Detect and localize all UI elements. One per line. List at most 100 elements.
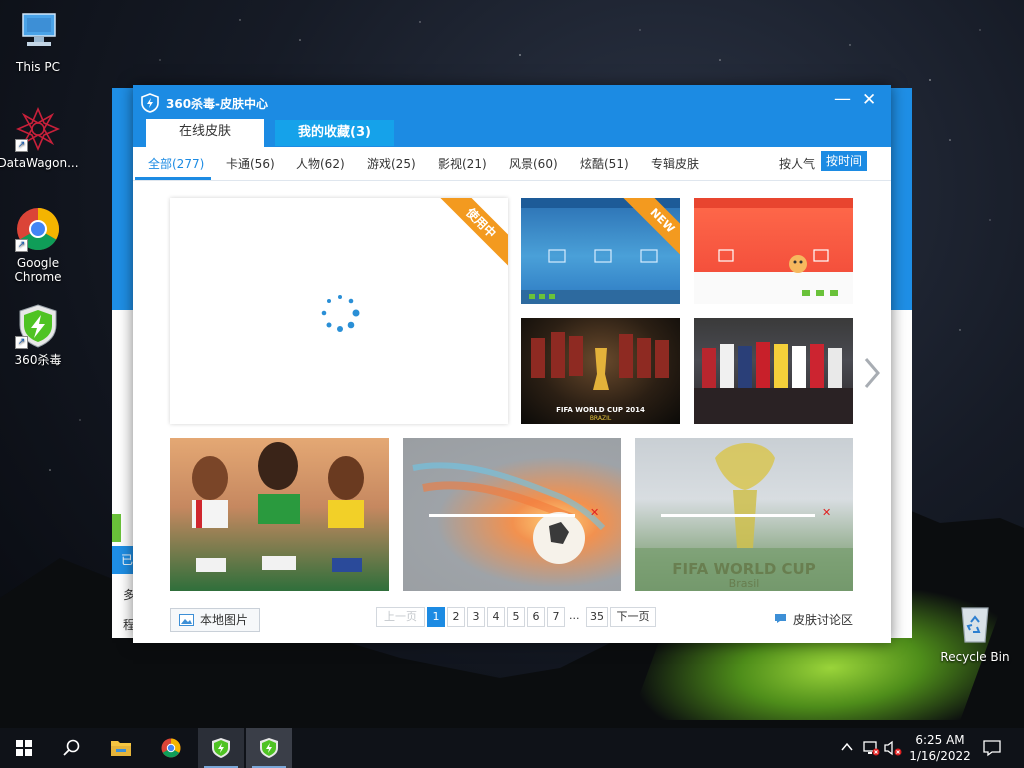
- action-center-button[interactable]: [983, 739, 1001, 760]
- next-page-button[interactable]: 下一页: [610, 607, 656, 627]
- close-button[interactable]: ✕: [862, 90, 876, 110]
- skin-preview-image: [192, 442, 364, 572]
- page-button-3[interactable]: 3: [467, 607, 485, 627]
- category-bar: 全部(277) 卡通(56) 人物(62) 游戏(25) 影视(21) 风景(6…: [133, 147, 891, 181]
- background-green-bar: [112, 514, 121, 542]
- system-clock[interactable]: 6:25 AM 1/16/2022: [905, 732, 975, 764]
- recycle-bin-icon: [952, 600, 998, 646]
- windows-logo-icon: [16, 740, 32, 756]
- datawagon-icon: ↗: [15, 106, 61, 152]
- title-bar[interactable]: 360杀毒-皮肤中心 — ✕ 在线皮肤 我的收藏(3): [133, 85, 891, 147]
- bottom-bar: 本地图片 上一页 1 2 3 4 5 6 7 ... 35 下一页 皮肤讨论区: [133, 605, 891, 635]
- category-film[interactable]: 影视(21): [438, 155, 487, 172]
- shortcut-arrow-icon: ↗: [15, 336, 28, 349]
- page-button-2[interactable]: 2: [447, 607, 465, 627]
- desktop-icon-label: DataWagon...: [0, 156, 79, 170]
- window-title: 360杀毒-皮肤中心: [166, 97, 269, 111]
- search-icon: [63, 739, 80, 756]
- local-image-button[interactable]: 本地图片: [170, 608, 260, 632]
- desktop-icon-label: 360杀毒: [14, 353, 62, 367]
- in-use-ribbon: 使用中: [434, 198, 508, 270]
- category-album[interactable]: 专辑皮肤: [651, 155, 699, 172]
- computer-icon: [15, 10, 61, 56]
- desktop-icon-label: Recycle Bin: [940, 650, 1010, 664]
- chevron-up-icon: [841, 742, 853, 751]
- chrome-icon: ↗: [15, 206, 61, 252]
- chrome-icon: [161, 738, 181, 758]
- skin-tile-fire-football[interactable]: ✕: [403, 438, 621, 591]
- worldcup-caption: FIFA WORLD CUP 2014: [556, 406, 645, 414]
- prev-page-button[interactable]: 上一页: [376, 607, 425, 627]
- cancel-load-icon[interactable]: ✕: [590, 506, 599, 519]
- shortcut-arrow-icon: ↗: [15, 139, 28, 152]
- desktop-icon-label: This PC: [16, 60, 60, 74]
- desktop-icon-label: Google Chrome: [14, 256, 62, 284]
- chevron-right-icon[interactable]: [862, 353, 882, 393]
- skin-preview-image: [694, 342, 853, 424]
- active-category-underline: [135, 177, 211, 180]
- category-people[interactable]: 人物(62): [296, 155, 345, 172]
- cancel-load-icon[interactable]: ✕: [822, 506, 831, 519]
- folder-icon: [111, 741, 131, 756]
- skin-tile-in-use[interactable]: 使用中: [170, 198, 508, 424]
- skin-tile-blue-ui[interactable]: NEW: [521, 198, 680, 304]
- page-button-7[interactable]: 7: [547, 607, 565, 627]
- pagination-ellipsis: ...: [569, 609, 580, 622]
- skin-tile-red-cartoon[interactable]: [694, 198, 853, 304]
- local-image-label: 本地图片: [200, 613, 249, 627]
- desktop-icon-chrome[interactable]: ↗ Google Chrome: [0, 206, 80, 284]
- minimize-button[interactable]: —: [834, 89, 851, 109]
- page-button-5[interactable]: 5: [507, 607, 525, 627]
- image-loading-bar: [661, 514, 815, 517]
- page-button-4[interactable]: 4: [487, 607, 505, 627]
- shield-icon: ↗: [15, 303, 61, 349]
- taskbar-file-explorer[interactable]: [98, 728, 144, 768]
- desktop-icon-recycle-bin[interactable]: Recycle Bin: [933, 600, 1017, 664]
- volume-muted-icon: [884, 740, 902, 756]
- skin-preview-image: [694, 198, 853, 296]
- page-button-last[interactable]: 35: [586, 607, 608, 627]
- category-scenery[interactable]: 风景(60): [509, 155, 558, 172]
- taskbar-360-skin-center[interactable]: [246, 728, 292, 768]
- shield-icon: [260, 738, 278, 758]
- sort-by-time-button[interactable]: 按时间: [821, 151, 867, 171]
- loading-spinner-icon: [321, 295, 360, 332]
- volume-control[interactable]: [884, 740, 902, 759]
- skin-tile-brasil-trophy[interactable]: ✕ FIFA WORLD CUP Brasil: [635, 438, 853, 591]
- taskbar: 6:25 AM 1/16/2022: [0, 728, 1024, 768]
- skin-discussion-label: 皮肤讨论区: [793, 613, 854, 627]
- worldcup-subcaption: BRAZIL: [589, 415, 612, 422]
- chat-bubble-icon: [775, 614, 786, 623]
- clock-date: 1/16/2022: [909, 749, 971, 763]
- trophy-subcaption: Brasil: [728, 577, 760, 590]
- shortcut-arrow-icon: ↗: [15, 239, 28, 252]
- desktop-icon-360[interactable]: ↗ 360杀毒: [0, 303, 80, 367]
- category-all[interactable]: 全部(277): [148, 155, 204, 172]
- image-loading-bar: [429, 514, 575, 517]
- shield-icon: [212, 738, 230, 758]
- network-status[interactable]: [862, 740, 880, 759]
- network-disconnected-icon: [863, 741, 880, 756]
- search-button[interactable]: [48, 728, 94, 768]
- shield-logo-icon: [141, 93, 159, 113]
- skin-tile-football-girls[interactable]: [170, 438, 389, 591]
- skin-tile-worldcup-2014[interactable]: FIFA WORLD CUP 2014 BRAZIL: [521, 318, 680, 424]
- clock-time: 6:25 AM: [915, 733, 965, 747]
- start-button[interactable]: [0, 728, 46, 768]
- category-cool[interactable]: 炫酷(51): [580, 155, 629, 172]
- category-cartoon[interactable]: 卡通(56): [226, 155, 275, 172]
- trophy-caption: FIFA WORLD CUP: [672, 560, 816, 578]
- taskbar-chrome[interactable]: [148, 728, 194, 768]
- tab-my-favorites[interactable]: 我的收藏(3): [275, 120, 394, 146]
- sort-by-popularity[interactable]: 按人气: [779, 155, 815, 172]
- skin-tile-football-team[interactable]: [694, 318, 853, 424]
- page-button-1[interactable]: 1: [427, 607, 445, 627]
- show-hidden-icons[interactable]: [840, 740, 854, 757]
- desktop-icon-this-pc[interactable]: This PC: [0, 10, 80, 74]
- taskbar-360-antivirus[interactable]: [198, 728, 244, 768]
- tab-online-skins[interactable]: 在线皮肤: [146, 119, 264, 147]
- desktop-icon-datawagon[interactable]: ↗ DataWagon...: [0, 106, 80, 170]
- skin-center-window: 360杀毒-皮肤中心 — ✕ 在线皮肤 我的收藏(3) 全部(277) 卡通(5…: [133, 85, 891, 643]
- category-games[interactable]: 游戏(25): [367, 155, 416, 172]
- page-button-6[interactable]: 6: [527, 607, 545, 627]
